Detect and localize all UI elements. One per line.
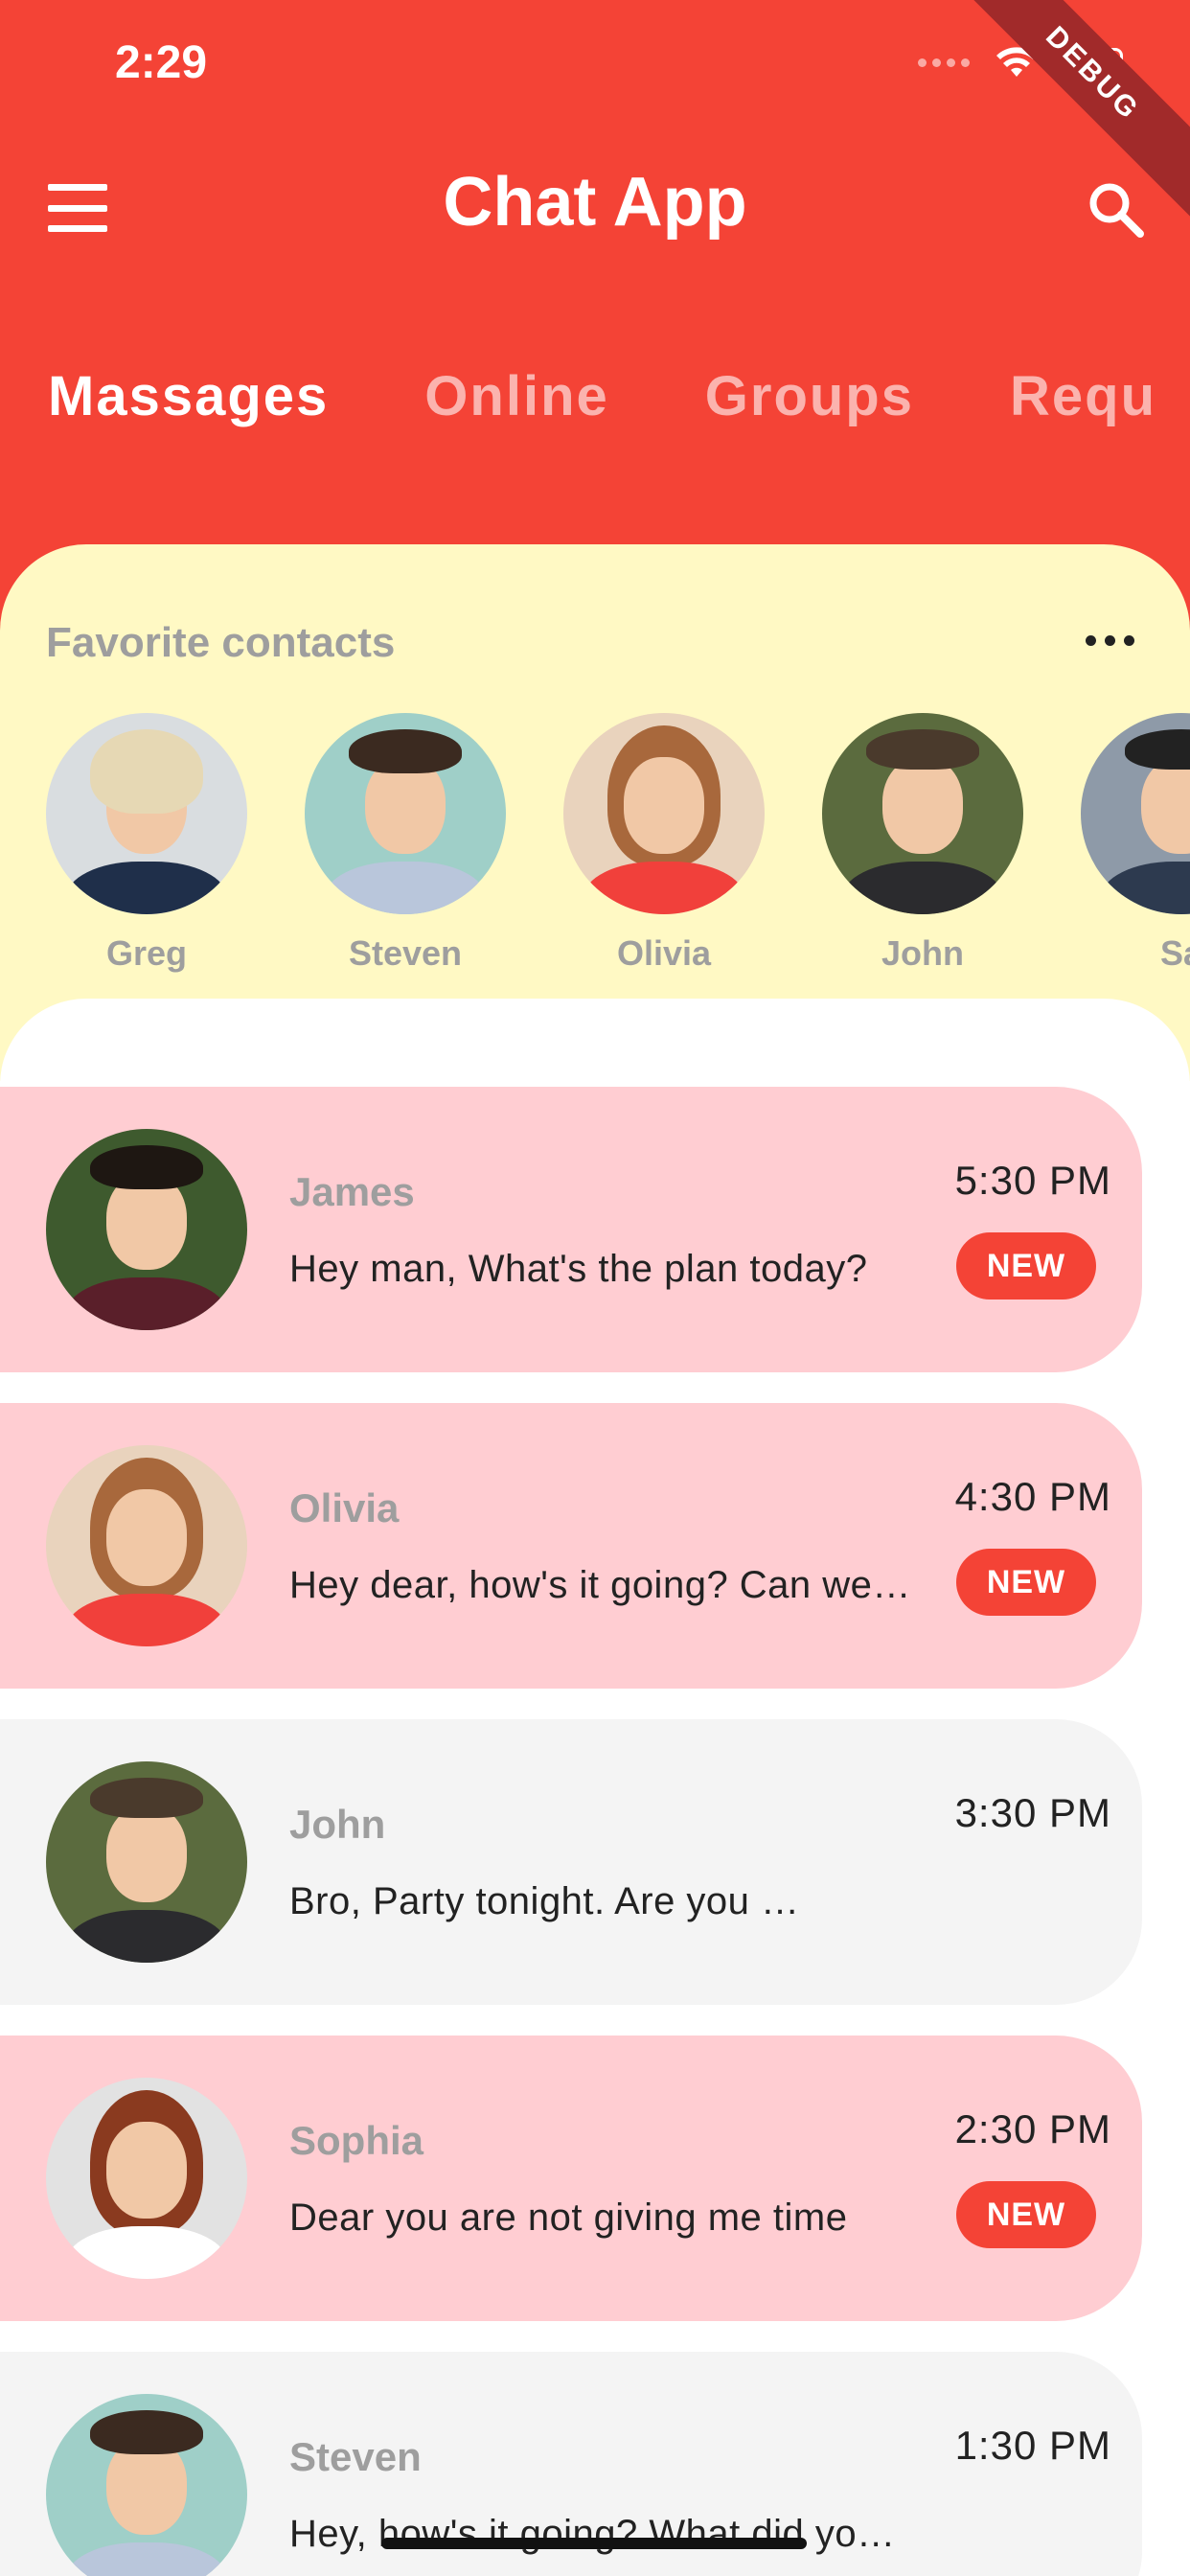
- avatar: [46, 713, 247, 914]
- chat-sender-name: Steven: [289, 2434, 422, 2479]
- avatar: [46, 1445, 247, 1646]
- avatar: [305, 713, 506, 914]
- chat-item[interactable]: John Bro, Party tonight. Are you … 3:30 …: [0, 1719, 1142, 2005]
- favorite-contacts-list: Greg Steven Olivia John S: [46, 713, 1190, 974]
- avatar: [46, 1129, 247, 1330]
- chat-item[interactable]: Sophia Dear you are not giving me time 2…: [0, 2036, 1142, 2321]
- favorite-contact[interactable]: Steven: [305, 713, 506, 974]
- new-badge: NEW: [956, 2181, 1096, 2248]
- app-bar: Chat App: [0, 144, 1190, 273]
- avatar: [1081, 713, 1190, 914]
- search-icon[interactable]: [1085, 178, 1146, 240]
- avatar: [46, 2394, 247, 2576]
- more-horizontal-icon[interactable]: [1086, 635, 1134, 646]
- new-badge: NEW: [956, 1232, 1096, 1300]
- chat-message-preview: Dear you are not giving me time: [289, 2196, 848, 2239]
- chat-time: 5:30 PM: [954, 1158, 1111, 1203]
- signal-icon: [918, 58, 970, 67]
- avatar: [46, 2078, 247, 2279]
- chat-message-preview: Hey dear, how's it going? Can we…: [289, 1564, 911, 1606]
- avatar: [46, 1761, 247, 1963]
- avatar: [822, 713, 1023, 914]
- tab-online[interactable]: Online: [424, 364, 608, 450]
- chat-time: 3:30 PM: [954, 1790, 1111, 1835]
- chat-sender-name: John: [289, 1802, 386, 1847]
- favorite-contact-name: John: [881, 933, 964, 973]
- chat-item[interactable]: James Hey man, What's the plan today? 5:…: [0, 1087, 1142, 1372]
- tab-requests[interactable]: Requ: [1010, 364, 1156, 450]
- chat-message-preview: Hey, how's it going? What did yo…: [289, 2513, 896, 2555]
- favorite-contact-name: Olivia: [616, 933, 712, 973]
- home-indicator: [381, 2538, 807, 2549]
- favorite-contact-name: Greg: [105, 933, 188, 973]
- tab-groups[interactable]: Groups: [705, 364, 914, 450]
- messages-panel: James Hey man, What's the plan today? 5:…: [0, 999, 1190, 2576]
- chat-message-preview: Hey man, What's the plan today?: [289, 1248, 868, 1290]
- favorite-contact[interactable]: Greg: [46, 713, 247, 974]
- favorite-contact[interactable]: Olivia: [563, 713, 765, 974]
- favorite-contact-name: Steven: [348, 933, 463, 973]
- chat-time: 4:30 PM: [954, 1474, 1111, 1519]
- app-title: Chat App: [443, 164, 747, 241]
- favorite-contacts-title: Favorite contacts: [46, 619, 396, 666]
- chat-sender-name: Sophia: [289, 2118, 424, 2163]
- favorite-contact[interactable]: Sa: [1081, 713, 1190, 974]
- status-time: 2:29: [115, 37, 208, 88]
- chat-sender-name: Olivia: [289, 1485, 400, 1530]
- chat-sender-name: James: [289, 1169, 415, 1214]
- chat-item[interactable]: Olivia Hey dear, how's it going? Can we……: [0, 1403, 1142, 1689]
- avatar: [563, 713, 765, 914]
- favorite-contact-name: Sa: [1159, 933, 1190, 973]
- app-screen: 2:29 DEBUG Chat App Massages Online Grou…: [0, 0, 1190, 2576]
- new-badge: NEW: [956, 1549, 1096, 1616]
- chat-time: 1:30 PM: [954, 2423, 1111, 2468]
- chat-message-preview: Bro, Party tonight. Are you …: [289, 1880, 800, 1922]
- chat-time: 2:30 PM: [954, 2106, 1111, 2151]
- tab-messages[interactable]: Massages: [48, 364, 329, 450]
- favorite-contact[interactable]: John: [822, 713, 1023, 974]
- tab-bar: Massages Online Groups Requ: [48, 364, 1156, 450]
